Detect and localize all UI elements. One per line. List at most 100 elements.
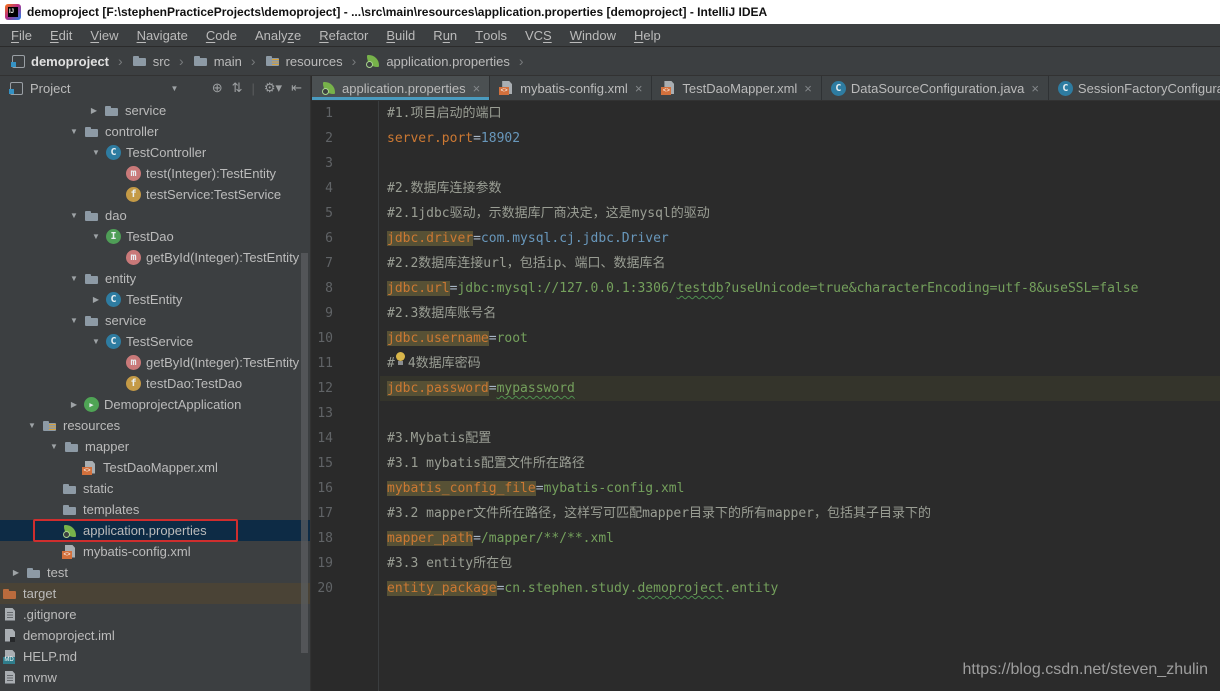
tree-item-testservice[interactable]: ▼TestService — [0, 331, 310, 352]
tree-item-gitignore[interactable]: .gitignore — [0, 604, 310, 625]
code-line-12[interactable]: jdbc.password=mypassword — [380, 376, 1220, 401]
tree-item-mapper[interactable]: ▼mapper — [0, 436, 310, 457]
breadcrumb-item-main[interactable]: main — [191, 53, 244, 69]
tree-item-application-properties[interactable]: application.properties — [0, 520, 310, 541]
chevron-expanded-icon[interactable]: ▼ — [64, 127, 84, 136]
code-line-4[interactable]: #2.数据库连接参数 — [380, 176, 1220, 201]
tree-item-test[interactable]: ▶test — [0, 562, 310, 583]
editor-tab-bar: application.properties×mybatis-config.xm… — [312, 76, 1220, 101]
tree-item-entity[interactable]: ▼entity — [0, 268, 310, 289]
tab-close-icon[interactable]: × — [804, 81, 812, 96]
tree-item-help-md[interactable]: HELP.md — [0, 646, 310, 667]
code-line-17[interactable]: #3.2 mapper文件所在路径，这样写可匹配mapper目录下的所有mapp… — [380, 501, 1220, 526]
menu-item-build[interactable]: Build — [377, 24, 424, 46]
editor-area[interactable]: 1234567891011121314151617181920 #1.项目启动的… — [312, 101, 1220, 691]
breadcrumb-item-demoproject[interactable]: demoproject — [8, 53, 111, 69]
tab-close-icon[interactable]: × — [1031, 81, 1039, 96]
tab-application-properties[interactable]: application.properties× — [312, 76, 490, 100]
chevron-expanded-icon[interactable]: ▼ — [44, 442, 64, 451]
code-line-1[interactable]: #1.项目启动的端口 — [380, 101, 1220, 126]
intention-bulb-icon[interactable] — [395, 351, 408, 367]
tree-item-target[interactable]: target — [0, 583, 310, 604]
menu-item-help[interactable]: Help — [625, 24, 670, 46]
chevron-expanded-icon[interactable]: ▼ — [86, 337, 106, 346]
code-line-2[interactable]: server.port=18902 — [380, 126, 1220, 151]
menu-item-window[interactable]: Window — [561, 24, 625, 46]
chevron-expanded-icon[interactable]: ▼ — [22, 421, 42, 430]
chevron-expanded-icon[interactable]: ▼ — [86, 148, 106, 157]
code-line-15[interactable]: #3.1 mybatis配置文件所在路径 — [380, 451, 1220, 476]
tab-close-icon[interactable]: × — [635, 81, 643, 96]
tree-item-static[interactable]: static — [0, 478, 310, 499]
code-line-20[interactable]: entity_package=cn.stephen.study.demoproj… — [380, 576, 1220, 601]
tree-item-testdao-testdao[interactable]: testDao:TestDao — [0, 373, 310, 394]
chevron-collapsed-icon[interactable]: ▶ — [86, 295, 106, 304]
tree-item-mybatis-config-xml[interactable]: mybatis-config.xml — [0, 541, 310, 562]
tree-item-mvnw[interactable]: mvnw — [0, 667, 310, 688]
tree-item-test-integer-testentity[interactable]: test(Integer):TestEntity — [0, 163, 310, 184]
code-line-10[interactable]: jdbc.username=root — [380, 326, 1220, 351]
project-panel-title[interactable]: Project — [30, 81, 70, 96]
chevron-collapsed-icon[interactable]: ▶ — [6, 568, 26, 577]
tab-close-icon[interactable]: × — [473, 81, 481, 96]
settings-gear-icon[interactable]: ⚙▾ — [264, 80, 282, 96]
tab-sessionfactoryconfiguration-java[interactable]: SessionFactoryConfiguration.java× — [1049, 76, 1220, 100]
tree-item-service[interactable]: ▶service — [0, 100, 310, 121]
hide-panel-icon[interactable]: ⇤ — [291, 80, 302, 96]
project-tree-scrollbar[interactable] — [301, 253, 308, 653]
tree-item-service[interactable]: ▼service — [0, 310, 310, 331]
code-line-19[interactable]: #3.3 entity所在包 — [380, 551, 1220, 576]
menu-item-tools[interactable]: Tools — [466, 24, 516, 46]
tab-testdaomapper-xml[interactable]: TestDaoMapper.xml× — [652, 76, 821, 100]
menu-item-view[interactable]: View — [81, 24, 127, 46]
tree-item-controller[interactable]: ▼controller — [0, 121, 310, 142]
code-line-5[interactable]: #2.1jdbc驱动，示数据库厂商决定，这是mysql的驱动 — [380, 201, 1220, 226]
chevron-expanded-icon[interactable]: ▼ — [64, 211, 84, 220]
code-line-8[interactable]: jdbc.url=jdbc:mysql://127.0.0.1:3306/tes… — [380, 276, 1220, 301]
breadcrumb-item-src[interactable]: src — [130, 53, 172, 69]
menu-item-analyze[interactable]: Analyze — [246, 24, 310, 46]
editor-code[interactable]: #1.项目启动的端口server.port=18902#2.数据库连接参数#2.… — [380, 101, 1220, 691]
chevron-expanded-icon[interactable]: ▼ — [64, 316, 84, 325]
code-line-18[interactable]: mapper_path=/mapper/**/**.xml — [380, 526, 1220, 551]
breadcrumb-item-application-properties[interactable]: application.properties — [363, 53, 512, 69]
code-line-16[interactable]: mybatis_config_file=mybatis-config.xml — [380, 476, 1220, 501]
locate-icon[interactable]: ⊕ — [212, 80, 223, 96]
collapse-all-icon[interactable]: ⇅ — [232, 80, 243, 96]
menu-item-navigate[interactable]: Navigate — [128, 24, 197, 46]
tree-item-testdaomapper-xml[interactable]: TestDaoMapper.xml — [0, 457, 310, 478]
chevron-collapsed-icon[interactable]: ▶ — [64, 400, 84, 409]
chevron-expanded-icon[interactable]: ▼ — [64, 274, 84, 283]
chevron-down-icon[interactable]: ▼ — [170, 84, 178, 93]
code-line-7[interactable]: #2.2数据库连接url，包括ip、端口、数据库名 — [380, 251, 1220, 276]
code-line-9[interactable]: #2.3数据库账号名 — [380, 301, 1220, 326]
tree-item-testentity[interactable]: ▶TestEntity — [0, 289, 310, 310]
tab-datasourceconfiguration-java[interactable]: DataSourceConfiguration.java× — [822, 76, 1049, 100]
code-line-6[interactable]: jdbc.driver=com.mysql.cj.jdbc.Driver — [380, 226, 1220, 251]
code-line-11[interactable]: #4数据库密码 — [380, 351, 1220, 376]
menu-item-refactor[interactable]: Refactor — [310, 24, 377, 46]
tree-item-demoproject-iml[interactable]: demoproject.iml — [0, 625, 310, 646]
code-line-3[interactable] — [380, 151, 1220, 176]
tree-item-testservice-testservice[interactable]: testService:TestService — [0, 184, 310, 205]
breadcrumb-item-resources[interactable]: resources — [263, 53, 345, 69]
code-line-13[interactable] — [380, 401, 1220, 426]
tree-item-resources[interactable]: ▼resources — [0, 415, 310, 436]
menu-item-file[interactable]: File — [2, 24, 41, 46]
tree-item-getbyid-integer-testentity[interactable]: getById(Integer):TestEntity — [0, 352, 310, 373]
tree-item-testcontroller[interactable]: ▼TestController — [0, 142, 310, 163]
menu-item-run[interactable]: Run — [424, 24, 466, 46]
menu-item-code[interactable]: Code — [197, 24, 246, 46]
tree-item-demoprojectapplication[interactable]: ▶DemoprojectApplication — [0, 394, 310, 415]
tree-item-testdao[interactable]: ▼TestDao — [0, 226, 310, 247]
tree-item-templates[interactable]: templates — [0, 499, 310, 520]
tab-mybatis-config-xml[interactable]: mybatis-config.xml× — [490, 76, 652, 100]
menu-item-vcs[interactable]: VCS — [516, 24, 561, 46]
chevron-collapsed-icon[interactable]: ▶ — [84, 106, 104, 115]
menu-item-edit[interactable]: Edit — [41, 24, 81, 46]
tree-item-getbyid-integer-testentity[interactable]: getById(Integer):TestEntity — [0, 247, 310, 268]
chevron-expanded-icon[interactable]: ▼ — [86, 232, 106, 241]
tree-item-dao[interactable]: ▼dao — [0, 205, 310, 226]
code-line-14[interactable]: #3.Mybatis配置 — [380, 426, 1220, 451]
xml-icon — [499, 80, 515, 96]
